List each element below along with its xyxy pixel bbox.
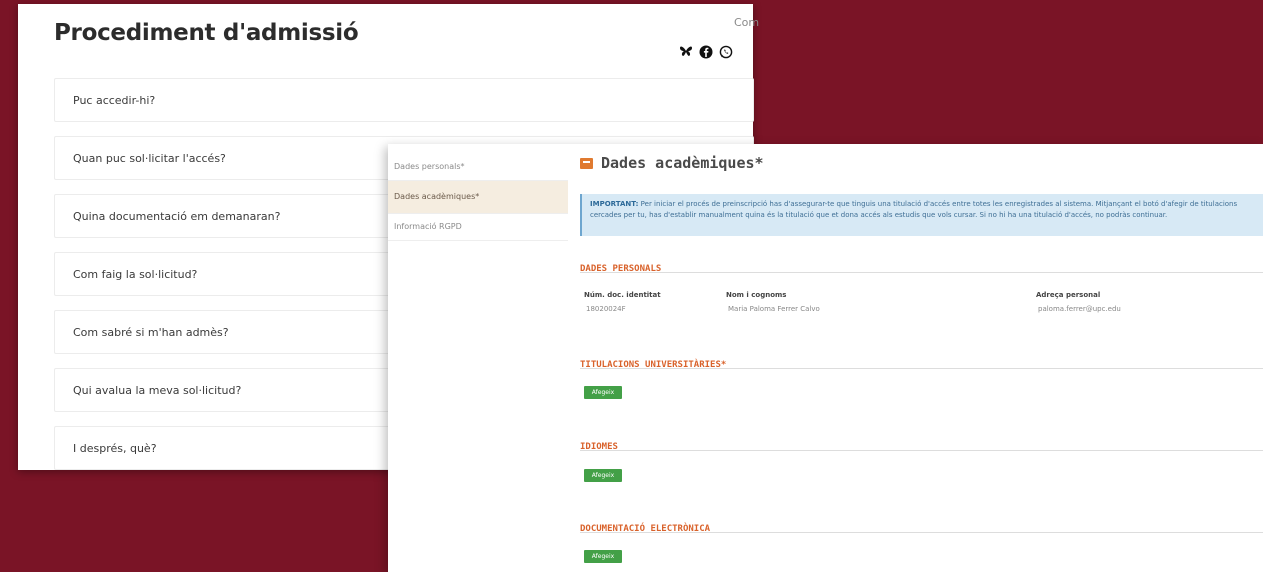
add-document-button[interactable]: Afegeix <box>584 550 622 563</box>
whatsapp-icon[interactable] <box>718 44 733 59</box>
subsection-heading: TITULACIONS UNIVERSITÀRIES* <box>580 360 727 370</box>
subsection-personal-data: DADES PERSONALS <box>580 256 1263 274</box>
step-gdpr-info[interactable]: Informació RGPD <box>388 214 568 241</box>
subsection-heading: DADES PERSONALS <box>580 264 662 274</box>
facebook-icon[interactable] <box>698 44 713 59</box>
butterfly-icon[interactable] <box>678 44 693 59</box>
step-academic-data[interactable]: Dades acadèmiques* <box>388 181 568 214</box>
application-form-panel: Dades personals* Dades acadèmiques* Info… <box>388 144 1263 572</box>
id-number-label: Núm. doc. identitat <box>584 291 661 299</box>
full-name-label: Nom i cognoms <box>726 291 787 299</box>
important-notice: IMPORTANT: Per iniciar el procés de prei… <box>580 194 1263 236</box>
faq-item[interactable]: Puc accedir-hi? <box>54 78 754 122</box>
step-personal-data[interactable]: Dades personals* <box>388 154 568 181</box>
add-language-button[interactable]: Afegeix <box>584 469 622 482</box>
id-number-value: 18020024F <box>586 305 626 313</box>
share-icons <box>678 44 733 59</box>
share-label: Com <box>734 16 760 29</box>
subsection-electronic-documents: DOCUMENTACIÓ ELECTRÒNICA <box>580 516 1263 534</box>
full-name-value: Maria Paloma Ferrer Calvo <box>728 305 820 313</box>
subsection-university-degrees: TITULACIONS UNIVERSITÀRIES* <box>580 352 1263 370</box>
add-degree-button[interactable]: Afegeix <box>584 386 622 399</box>
subsection-heading: DOCUMENTACIÓ ELECTRÒNICA <box>580 524 711 534</box>
notice-text: Per iniciar el procés de preinscripció h… <box>590 200 1238 219</box>
page-title: Procediment d'admissió <box>54 20 359 46</box>
subsection-languages: IDIOMES <box>580 434 1263 452</box>
id-card-icon <box>580 157 593 169</box>
subsection-heading: IDIOMES <box>580 442 618 452</box>
section-title: Dades acadèmiques* <box>580 154 764 172</box>
form-stepper: Dades personals* Dades acadèmiques* Info… <box>388 154 568 241</box>
email-value: paloma.ferrer@upc.edu <box>1038 305 1121 313</box>
notice-label: IMPORTANT: <box>590 200 639 208</box>
section-heading: Dades acadèmiques* <box>601 154 764 172</box>
email-label: Adreça personal <box>1036 291 1101 299</box>
